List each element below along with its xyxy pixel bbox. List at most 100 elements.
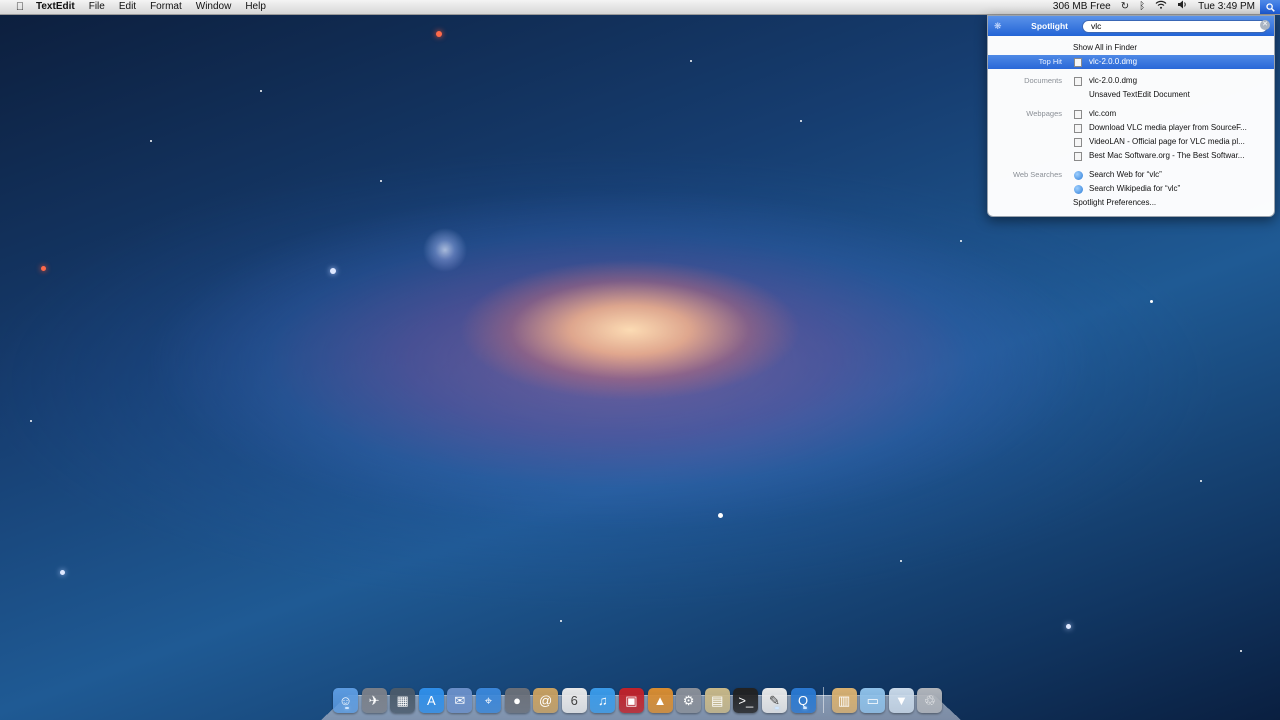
spotlight-result-webpage[interactable]: VideoLAN - Official page for VLC media p… [988,135,1274,149]
address-book-icon[interactable]: @ [533,688,559,713]
time-machine-icon[interactable]: ↻ [1116,0,1134,14]
star [718,513,723,518]
mission-control-icon[interactable]: ▦ [390,688,416,713]
trash-icon[interactable]: ♲ [917,688,943,713]
spotlight-result-webpage[interactable]: Best Mac Software.org - The Best Softwar… [988,149,1274,163]
star [330,268,336,274]
star [690,60,692,62]
result-label: Best Mac Software.org - The Best Softwar… [1089,151,1245,160]
documents-folder-icon[interactable]: ▭ [860,688,886,713]
dock-separator [823,687,825,713]
volume-icon[interactable] [1172,0,1193,14]
category-top-hit: Top Hit [1038,57,1062,66]
webpage-icon [1074,138,1082,147]
quicktime-icon[interactable]: Q [790,688,816,713]
webpage-icon [1074,152,1082,161]
disk-image-icon [1074,58,1082,67]
star [150,140,152,142]
clock[interactable]: Tue 3:49 PM [1193,0,1260,14]
result-label: vlc.com [1089,109,1117,118]
downloads-stack-icon[interactable]: ▼ [888,688,914,713]
terminal-icon[interactable]: >_ [733,688,759,713]
spinner-icon: ❋ [994,20,1002,31]
menu-edit[interactable]: Edit [112,0,143,14]
menu-format[interactable]: Format [143,0,189,14]
show-all-in-finder[interactable]: Show All in Finder [988,41,1274,55]
menu-help[interactable]: Help [238,0,273,14]
mail-icon[interactable]: ✉ [447,688,473,713]
star [60,570,65,575]
star [436,31,442,37]
document-icon [1074,77,1082,86]
clear-search-icon[interactable]: ✕ [1260,20,1270,30]
webpage-icon [1074,124,1082,133]
result-label: Search Web for “vlc” [1089,170,1162,179]
star [800,120,802,122]
spotlight-menu-button[interactable] [1260,0,1280,14]
spotlight-preferences[interactable]: Spotlight Preferences... [988,196,1274,210]
spotlight-result-web-search[interactable]: Search Wikipedia for “vlc” [988,182,1274,196]
result-label: vlc-2.0.0.dmg [1089,76,1138,85]
dock: ☺ ✈ ▦ A ✉ ⌖ ● @6 ♫ ▣ ▲ ⚙ ▤ >_ ✎ Q ▥ ▭ ▼ ♲ [333,683,943,713]
spotlight-result-document[interactable]: Documents vlc-2.0.0.dmg [988,74,1274,88]
show-all-label: Show All in Finder [1073,43,1138,52]
globe-icon [1074,171,1083,180]
category-documents: Documents [1024,76,1062,85]
preview-icon[interactable]: ▤ [704,688,730,713]
applications-stack-icon[interactable]: ▥ [831,688,857,713]
star [260,90,262,92]
category-web-searches: Web Searches [1012,170,1062,179]
photo-booth-icon[interactable]: ▣ [618,688,644,713]
result-label: VideoLAN - Official page for VLC media p… [1089,137,1245,146]
running-indicator [345,707,349,709]
spotlight-result-webpage[interactable]: Download VLC media player from SourceF..… [988,121,1274,135]
bluetooth-icon[interactable]: ᛒ [1134,0,1150,14]
webpage-icon [1074,110,1082,119]
spotlight-result-document[interactable]: Unsaved TextEdit Document [988,88,1274,102]
spotlight-panel: ❋ Spotlight ✕ Show All in Finder Top Hit… [987,15,1275,217]
apple-logo-icon[interactable]:  [12,1,28,13]
system-preferences-icon[interactable]: ⚙ [676,688,702,713]
spotlight-result-web-search[interactable]: Web Searches Search Web for “vlc” [988,168,1274,182]
itunes-icon[interactable]: ♫ [590,688,616,713]
spotlight-result-top-hit[interactable]: Top Hit vlc-2.0.0.dmg [988,55,1274,69]
spotlight-header: ❋ Spotlight ✕ [988,16,1274,36]
star [1240,650,1242,652]
star [380,180,382,182]
safari-icon[interactable]: ⌖ [475,688,501,713]
star [1150,300,1153,303]
app-store-icon[interactable]: A [418,688,444,713]
result-label: Unsaved TextEdit Document [1089,90,1190,99]
star [1200,480,1202,482]
category-webpages: Webpages [1026,109,1062,118]
star [560,620,562,622]
spotlight-result-webpage[interactable]: Webpages vlc.com [988,107,1274,121]
star [41,266,46,271]
star [960,240,962,242]
menu-app-name[interactable]: TextEdit [28,0,82,14]
menu-extras: 306 MB Free ↻ ᛒ Tue 3:49 PM [1048,0,1280,14]
textedit-icon[interactable]: ✎ [761,688,787,713]
result-label: Search Wikipedia for “vlc” [1089,184,1181,193]
running-indicator [775,707,779,709]
star [30,420,32,422]
wifi-icon[interactable] [1150,0,1172,14]
star [1066,624,1071,629]
spotlight-title: Spotlight [1031,21,1068,31]
memory-status[interactable]: 306 MB Free [1048,0,1116,14]
menu-window[interactable]: Window [189,0,239,14]
running-indicator [803,707,807,709]
menu-bar:  TextEdit File Edit Format Window Help … [0,0,1280,15]
finder-icon[interactable]: ☺ [333,688,358,713]
menu-file[interactable]: File [82,0,112,14]
magnifier-icon [1265,2,1275,12]
result-label: vlc-2.0.0.dmg [1089,57,1138,66]
launchpad-icon[interactable]: ✈ [361,688,387,713]
spotlight-search-input[interactable] [1082,19,1268,33]
result-label: Download VLC media player from SourceF..… [1089,123,1247,132]
preferences-label: Spotlight Preferences... [1073,198,1157,207]
iphoto-icon[interactable]: ▲ [647,688,673,713]
globe-icon [1074,185,1083,194]
facetime-icon[interactable]: ● [504,688,530,713]
ical-icon[interactable]: 6 [561,688,587,713]
